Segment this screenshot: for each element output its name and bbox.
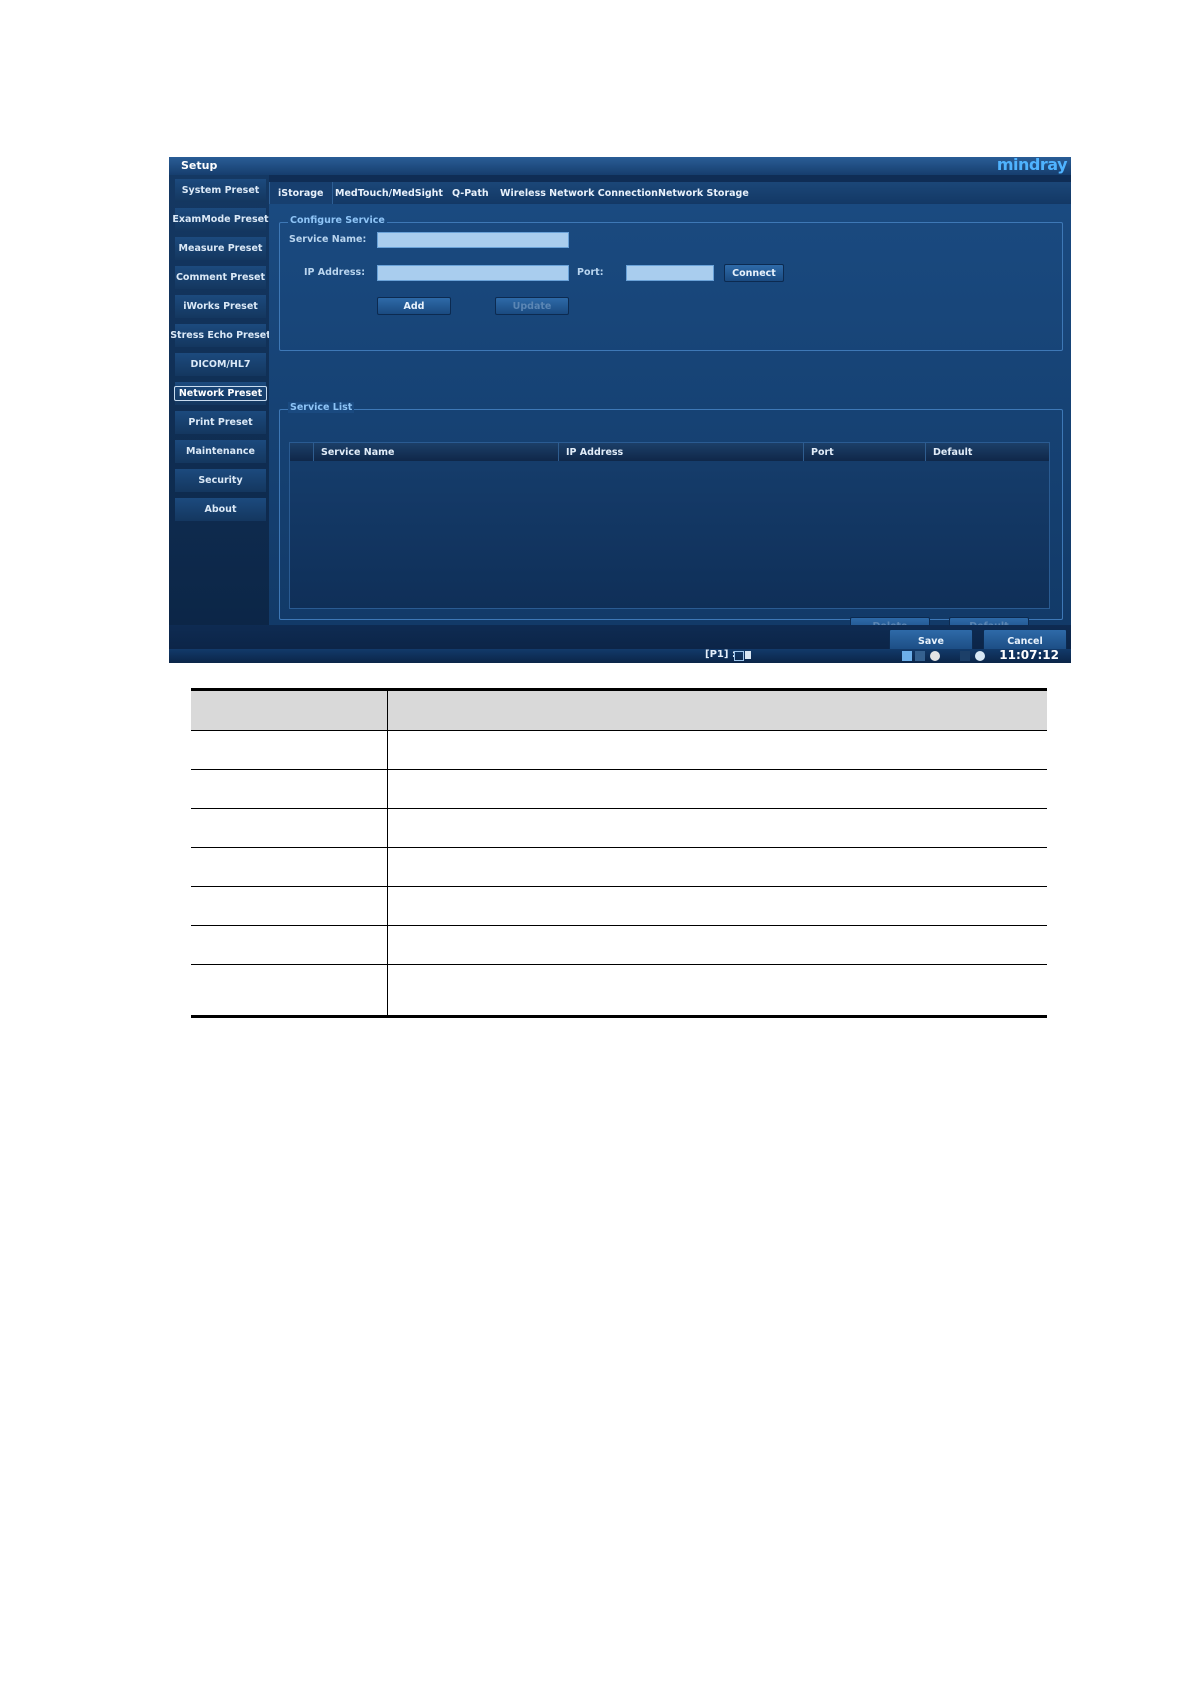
service-name-input[interactable]: [377, 232, 569, 248]
info-icon: [930, 651, 940, 661]
service-name-label: Service Name:: [289, 234, 367, 245]
tab-wireless-network-connection[interactable]: Wireless Network Connection: [492, 182, 666, 204]
table-header-row: [191, 688, 1047, 731]
network-icon: [902, 651, 912, 661]
parameter-table: [191, 688, 1047, 1018]
service-list-title: Service List: [288, 402, 355, 413]
table-row: [191, 964, 1047, 1018]
ip-address-label: IP Address:: [304, 267, 365, 278]
sidebar-item-exammode-preset[interactable]: ExamMode Preset: [172, 208, 269, 231]
clock: 11:07:12: [999, 648, 1059, 662]
port-input[interactable]: [626, 265, 714, 281]
column-header-port[interactable]: Port: [803, 443, 925, 461]
sidebar-item-security[interactable]: Security: [175, 469, 266, 492]
storage-icon: [745, 651, 751, 659]
sidebar: System Preset ExamMode Preset Measure Pr…: [169, 175, 271, 625]
table-row: [191, 886, 1047, 926]
connect-button[interactable]: Connect: [724, 264, 784, 282]
sidebar-item-comment-preset[interactable]: Comment Preset: [175, 266, 266, 289]
sidebar-item-maintenance[interactable]: Maintenance: [175, 440, 266, 463]
brand-logo: mindray: [996, 157, 1068, 174]
usb-icon: [915, 651, 925, 661]
add-button[interactable]: Add: [377, 297, 451, 315]
sidebar-item-about[interactable]: About: [175, 498, 266, 521]
table-row: [191, 730, 1047, 770]
setup-window: Setup mindray System Preset ExamMode Pre…: [169, 157, 1071, 663]
content-area: Configure Service Service Name: IP Addre…: [269, 204, 1071, 635]
tab-medtouch-medsight[interactable]: MedTouch/MedSight: [327, 182, 451, 204]
probe-icon: [734, 651, 744, 661]
column-header-default[interactable]: Default: [925, 443, 1049, 461]
table-row: [191, 925, 1047, 965]
sidebar-item-system-preset[interactable]: System Preset: [175, 179, 266, 202]
sidebar-item-dicom-hl7[interactable]: DICOM/HL7: [175, 353, 266, 376]
ip-address-input[interactable]: [377, 265, 569, 281]
status-globe-icon: [975, 651, 985, 661]
update-button[interactable]: Update: [495, 297, 569, 315]
title-bar: Setup mindray: [169, 157, 1071, 175]
sidebar-item-network-preset[interactable]: Network Preset: [173, 382, 268, 405]
status-bar: [P1] : 11:07:12: [169, 648, 1071, 663]
sidebar-item-measure-preset[interactable]: Measure Preset: [175, 237, 266, 260]
tab-q-path[interactable]: Q-Path: [444, 182, 497, 204]
tab-network-storage[interactable]: Network Storage: [650, 182, 757, 204]
sidebar-item-print-preset[interactable]: Print Preset: [175, 411, 266, 434]
tab-istorage[interactable]: iStorage: [269, 182, 333, 204]
service-list-header: Service Name IP Address Port Default: [290, 443, 1049, 461]
window-title: Setup: [181, 159, 218, 172]
configure-service-title: Configure Service: [288, 215, 387, 226]
column-header-ip-address[interactable]: IP Address: [558, 443, 803, 461]
port-label: Port:: [577, 267, 604, 278]
column-header-service-name[interactable]: Service Name: [313, 443, 558, 461]
table-row: [191, 847, 1047, 887]
sidebar-item-iworks-preset[interactable]: iWorks Preset: [175, 295, 266, 318]
service-list-table[interactable]: Service Name IP Address Port Default: [289, 442, 1050, 609]
sidebar-item-stress-echo-preset[interactable]: Stress Echo Preset: [170, 324, 271, 347]
printer-icon: [960, 651, 970, 661]
probe-indicator: [P1] :: [705, 649, 736, 660]
table-row: [191, 769, 1047, 809]
table-row: [191, 808, 1047, 848]
tab-bar: iStorage MedTouch/MedSight Q-Path Wirele…: [269, 182, 1071, 204]
